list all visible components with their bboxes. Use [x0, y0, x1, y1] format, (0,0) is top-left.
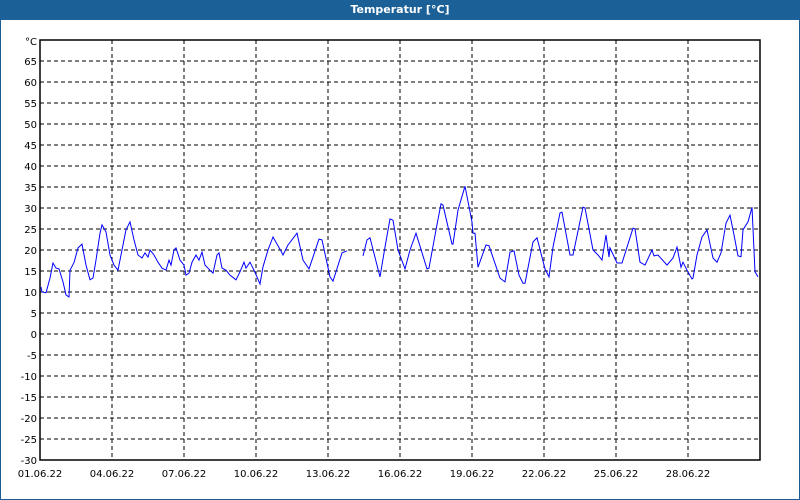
y-tick-label: 65 — [24, 57, 37, 68]
y-tick-label: 20 — [24, 246, 37, 257]
y-tick-label: 45 — [24, 141, 37, 152]
y-tick-label: -10 — [21, 372, 37, 383]
temperature-line-segment — [362, 186, 759, 284]
y-tick-label: 10 — [24, 288, 37, 299]
x-tick-label: 07.06.22 — [162, 469, 207, 480]
x-tick-label: 16.06.22 — [378, 469, 423, 480]
y-tick-label: -5 — [27, 351, 37, 362]
x-tick-label: 01.06.22 — [18, 469, 63, 480]
x-tick-label: 10.06.22 — [234, 469, 279, 480]
y-tick-label: -25 — [21, 435, 37, 446]
y-tick-label: 0 — [31, 330, 37, 341]
x-tick-label: 04.06.22 — [90, 469, 135, 480]
x-tick-label: 25.06.22 — [594, 469, 639, 480]
y-tick-label: 60 — [24, 78, 37, 89]
y-tick-label: 30 — [24, 204, 37, 215]
y-tick-label: -30 — [21, 456, 37, 467]
y-tick-label: 15 — [24, 267, 37, 278]
x-tick-label: 13.06.22 — [306, 469, 351, 480]
y-tick-label: -15 — [21, 393, 37, 404]
y-tick-label: 5 — [31, 309, 37, 320]
y-tick-label: 55 — [24, 99, 37, 110]
y-tick-label: 50 — [24, 120, 37, 131]
temperature-chart: -30 -25 -20 -15 -10 -5 0 5 10 15 20 25 30 35 40 45 50 55 6… — [18, 37, 761, 480]
x-tick-label: 19.06.22 — [450, 469, 495, 480]
x-tick-label: 28.06.22 — [666, 469, 711, 480]
y-axis-unit-label: °C — [25, 37, 37, 48]
y-tick-label: 40 — [24, 162, 37, 173]
y-tick-label: 35 — [24, 183, 37, 194]
y-tick-label: 25 — [24, 225, 37, 236]
y-tick-label: -20 — [21, 414, 37, 425]
x-tick-label: 22.06.22 — [522, 469, 567, 480]
temperature-line-segment — [40, 220, 348, 298]
